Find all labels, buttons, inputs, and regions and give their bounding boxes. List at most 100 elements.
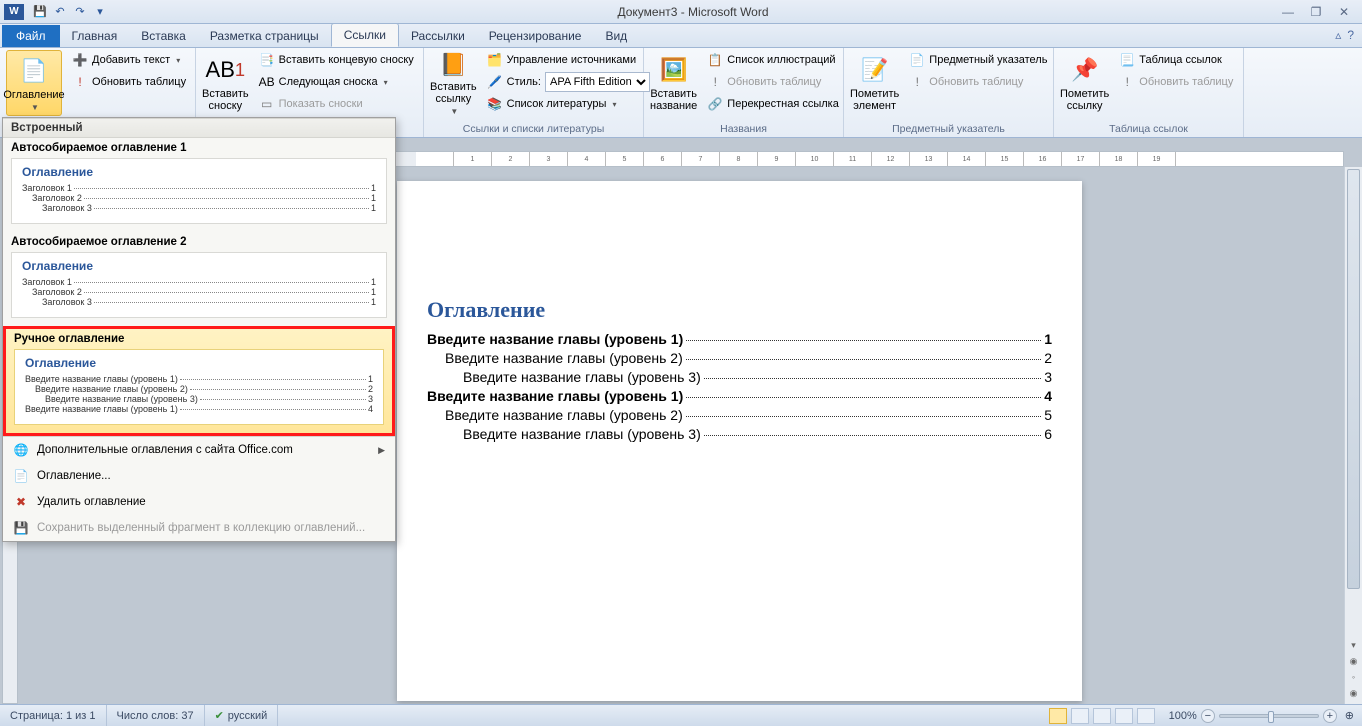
- remove-toc[interactable]: ✖Удалить оглавление: [3, 489, 395, 515]
- preview-row: Введите название главы (уровень 2)2: [25, 384, 373, 394]
- toc-entry[interactable]: Введите название главы (уровень 1)1: [427, 331, 1052, 347]
- gallery-section-builtin: Встроенный: [3, 118, 395, 138]
- scrollbar-thumb[interactable]: [1347, 169, 1360, 589]
- ruler-tick: 12: [872, 152, 910, 166]
- close-button[interactable]: ✕: [1334, 5, 1354, 19]
- toc-icon: 📄: [18, 55, 50, 87]
- manage-sources-button[interactable]: 🗂️Управление источниками: [483, 50, 654, 70]
- minimize-button[interactable]: ―: [1278, 5, 1298, 19]
- next-page-icon[interactable]: ◉: [1345, 688, 1362, 704]
- mark-citation-button[interactable]: 📌 Пометить ссылку: [1060, 50, 1109, 116]
- insert-toa-button[interactable]: 📃Таблица ссылок: [1115, 50, 1237, 70]
- ribbon-minimize-icon[interactable]: ▵: [1335, 28, 1341, 42]
- update-toc-button[interactable]: !Обновить таблицу: [68, 72, 190, 92]
- preview: Оглавление Заголовок 11Заголовок 21Загол…: [11, 252, 387, 318]
- insert-citation-button[interactable]: 📙 Вставить ссылку▼: [430, 50, 477, 116]
- qat-undo-icon[interactable]: ↶: [52, 4, 68, 20]
- zoom-fit-icon[interactable]: ⊕: [1345, 709, 1354, 722]
- vertical-scrollbar[interactable]: ▾ ◉ ◦ ◉: [1344, 167, 1362, 704]
- prev-page-icon[interactable]: ◉: [1345, 656, 1362, 672]
- status-word-count[interactable]: Число слов: 37: [107, 705, 205, 726]
- toc-button[interactable]: 📄 Оглавление ▼: [6, 50, 62, 116]
- qat-customize-icon[interactable]: ▾: [92, 4, 108, 20]
- qat-redo-icon[interactable]: ↷: [72, 4, 88, 20]
- show-footnotes-button[interactable]: ▭Показать сноски: [255, 94, 418, 114]
- zoom-slider-thumb[interactable]: [1268, 711, 1274, 723]
- insert-footnote-button[interactable]: AB1 Вставить сноску: [202, 50, 249, 116]
- ruler-tick: 8: [720, 152, 758, 166]
- label: Вставить сноску: [202, 88, 249, 112]
- style-selector[interactable]: 🖊️Стиль: APA Fifth Edition: [483, 72, 654, 92]
- insert-endnote-button[interactable]: 📑Вставить концевую сноску: [255, 50, 418, 70]
- add-text-button[interactable]: ➕Добавить текст▾: [68, 50, 190, 70]
- label: Вставить ссылку: [430, 81, 477, 105]
- refresh-icon: !: [1119, 74, 1135, 90]
- crossref-icon: 🔗: [707, 96, 723, 112]
- group-label-citations: Ссылки и списки литературы: [430, 121, 637, 137]
- view-web-layout[interactable]: [1093, 708, 1111, 724]
- restore-button[interactable]: ❐: [1306, 5, 1326, 19]
- style-select[interactable]: APA Fifth Edition: [545, 72, 650, 92]
- zoom-in-button[interactable]: +: [1323, 709, 1337, 723]
- preview-row: Заголовок 21: [22, 287, 376, 297]
- help-icon[interactable]: ?: [1347, 28, 1354, 42]
- tab-рецензирование[interactable]: Рецензирование: [477, 25, 594, 47]
- bibliography-button[interactable]: 📚Список литературы▾: [483, 94, 654, 114]
- tab-вид[interactable]: Вид: [593, 25, 639, 47]
- status-language[interactable]: ✔ русский: [205, 705, 279, 726]
- toc-entry[interactable]: Введите название главы (уровень 3)6: [427, 426, 1052, 442]
- custom-toc[interactable]: 📄Оглавление...: [3, 463, 395, 489]
- ruler-tick: 5: [606, 152, 644, 166]
- tab-рассылки[interactable]: Рассылки: [399, 25, 477, 47]
- mark-entry-icon: 📝: [859, 54, 891, 86]
- zoom-level[interactable]: 100%: [1169, 710, 1197, 722]
- zoom-slider[interactable]: [1219, 714, 1319, 718]
- tab-разметка страницы[interactable]: Разметка страницы: [198, 25, 331, 47]
- toc-entry[interactable]: Введите название главы (уровень 2)2: [427, 350, 1052, 366]
- item-title: Ручное оглавление: [14, 333, 384, 345]
- tab-главная[interactable]: Главная: [60, 25, 130, 47]
- insert-caption-button[interactable]: 🖼️ Вставить название: [650, 50, 697, 116]
- gallery-item-auto-toc-2[interactable]: Автособираемое оглавление 2 Оглавление З…: [3, 232, 395, 326]
- tab-file[interactable]: Файл: [2, 25, 60, 47]
- cross-reference-button[interactable]: 🔗Перекрестная ссылка: [703, 94, 843, 114]
- proofing-icon: ✔: [215, 709, 224, 722]
- ruler-tick: 1: [454, 152, 492, 166]
- label: русский: [228, 710, 267, 722]
- tab-вставка[interactable]: Вставка: [129, 25, 198, 47]
- update-toa-button[interactable]: !Обновить таблицу: [1115, 72, 1237, 92]
- footnote-icon: AB1: [209, 54, 241, 86]
- document-toc-title: Оглавление: [427, 297, 1052, 323]
- view-full-screen[interactable]: [1071, 708, 1089, 724]
- label: Вставить концевую сноску: [279, 54, 414, 66]
- zoom-out-button[interactable]: −: [1201, 709, 1215, 723]
- next-footnote-button[interactable]: ABСледующая сноска▾: [255, 72, 418, 92]
- gallery-item-auto-toc-1[interactable]: Автособираемое оглавление 1 Оглавление З…: [3, 138, 395, 232]
- update-index-button[interactable]: !Обновить таблицу: [905, 72, 1051, 92]
- insert-index-button[interactable]: 📄Предметный указатель: [905, 50, 1051, 70]
- view-draft[interactable]: [1137, 708, 1155, 724]
- scroll-down-arrow-icon[interactable]: ▾: [1345, 640, 1362, 656]
- tab-ссылки[interactable]: Ссылки: [331, 23, 399, 47]
- update-figures-button[interactable]: !Обновить таблицу: [703, 72, 843, 92]
- view-print-layout[interactable]: [1049, 708, 1067, 724]
- toc-gallery-dropdown: Встроенный Автособираемое оглавление 1 О…: [2, 117, 396, 542]
- gallery-item-manual-toc[interactable]: Ручное оглавление Оглавление Введите наз…: [6, 329, 392, 433]
- preview-title: Оглавление: [22, 165, 376, 179]
- mark-entry-button[interactable]: 📝 Пометить элемент: [850, 50, 899, 116]
- toc-entry[interactable]: Введите название главы (уровень 1)4: [427, 388, 1052, 404]
- label: Обновить таблицу: [929, 76, 1023, 88]
- toc-entry[interactable]: Введите название главы (уровень 2)5: [427, 407, 1052, 423]
- browse-object-icon[interactable]: ◦: [1345, 672, 1362, 688]
- view-outline[interactable]: [1115, 708, 1133, 724]
- ribbon-tabs: Файл ГлавнаяВставкаРазметка страницыСсыл…: [0, 24, 1362, 48]
- biblio-icon: 📚: [487, 96, 503, 112]
- status-page[interactable]: Страница: 1 из 1: [0, 705, 107, 726]
- ruler-tick: 4: [568, 152, 606, 166]
- more-toc-office-com[interactable]: 🌐Дополнительные оглавления с сайта Offic…: [3, 437, 395, 463]
- qat-save-icon[interactable]: 💾: [32, 4, 48, 20]
- toc-entry[interactable]: Введите название главы (уровень 3)3: [427, 369, 1052, 385]
- list-of-figures-button[interactable]: 📋Список иллюстраций: [703, 50, 843, 70]
- status-bar: Страница: 1 из 1 Число слов: 37 ✔ русский…: [0, 704, 1362, 726]
- document-page[interactable]: Оглавление Введите название главы (урове…: [397, 181, 1082, 701]
